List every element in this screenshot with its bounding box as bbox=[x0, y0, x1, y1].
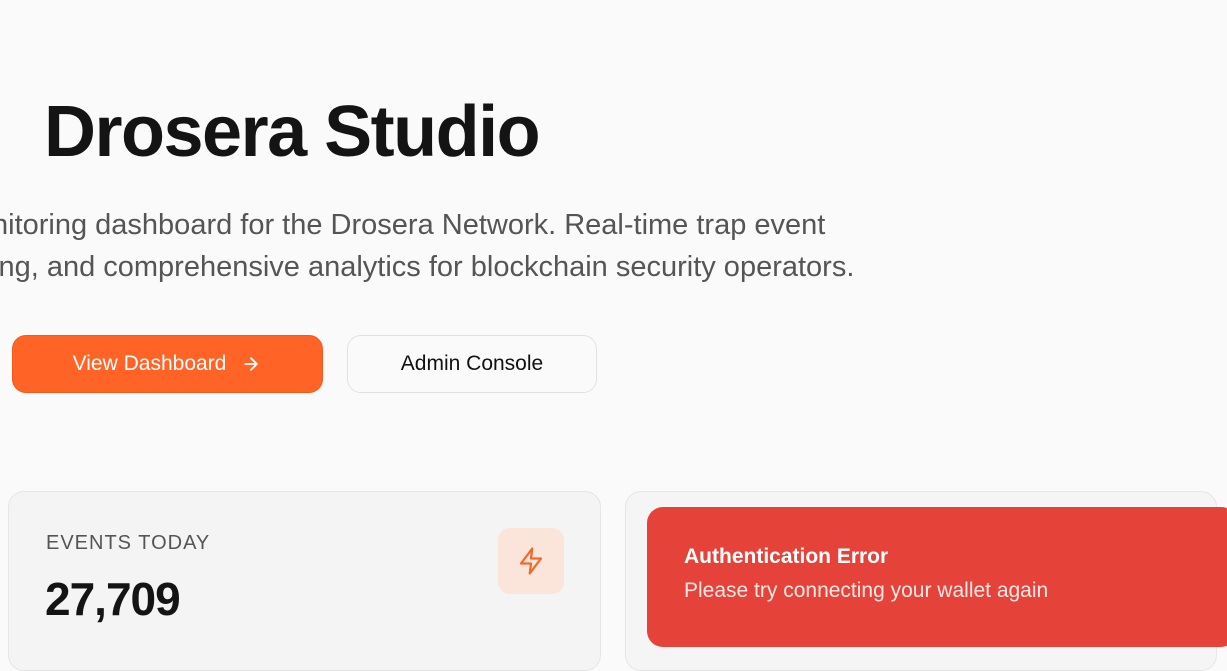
events-today-label: EVENTS TODAY bbox=[46, 532, 211, 554]
arrow-right-icon bbox=[240, 353, 262, 375]
toast-message: Please try connecting your wallet again bbox=[684, 579, 1049, 602]
events-today-card: EVENTS TODAY 27,709 bbox=[8, 491, 601, 671]
lightning-bolt-icon bbox=[498, 528, 564, 594]
view-dashboard-label: View Dashboard bbox=[72, 352, 227, 375]
admin-console-button[interactable]: Admin Console bbox=[347, 335, 597, 393]
hero-description-line-1: nitoring dashboard for the Drosera Netwo… bbox=[0, 209, 826, 241]
page-title: Drosera Studio bbox=[44, 92, 541, 172]
admin-console-label: Admin Console bbox=[400, 352, 544, 375]
hero-description: nitoring dashboard for the Drosera Netwo… bbox=[0, 204, 992, 288]
view-dashboard-button[interactable]: View Dashboard bbox=[12, 335, 323, 393]
events-today-value: 27,709 bbox=[45, 573, 181, 625]
toast-title: Authentication Error bbox=[684, 545, 889, 568]
hero-description-line-2: ing, and comprehensive analytics for blo… bbox=[0, 251, 855, 283]
authentication-error-toast[interactable]: Authentication Error Please try connecti… bbox=[647, 507, 1227, 647]
